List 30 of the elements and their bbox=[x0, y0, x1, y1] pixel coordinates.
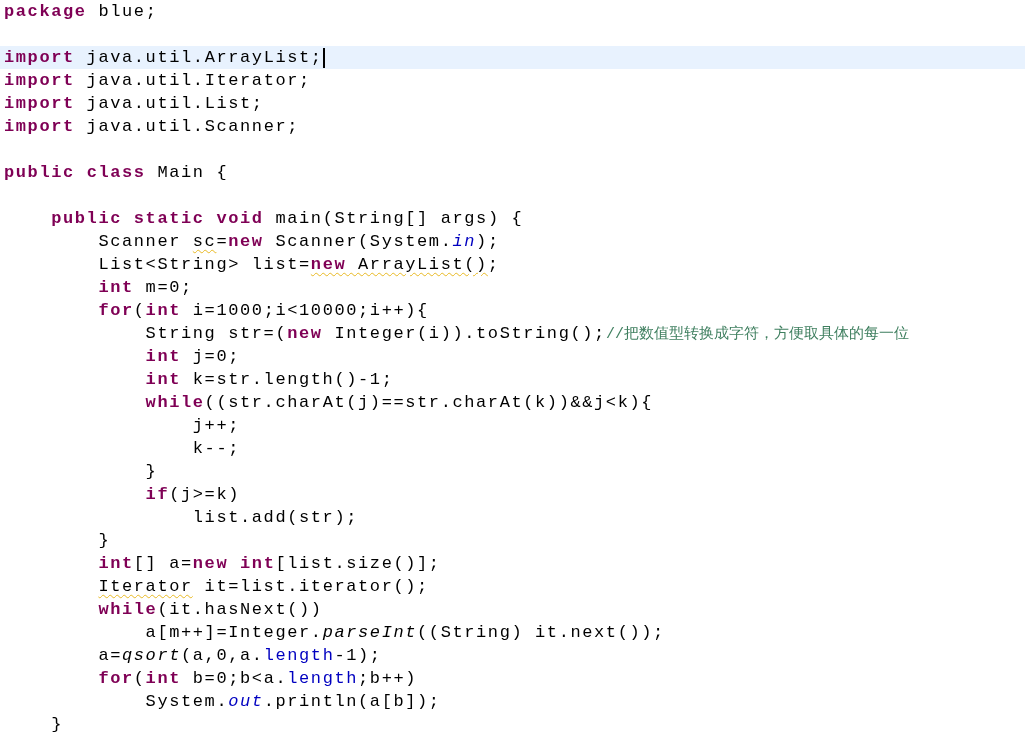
code-line: String str=(new Integer(i)).toString();//把数值型转换成字符，方便取具体的每一位 bbox=[145, 322, 909, 345]
code-line: } bbox=[98, 530, 111, 552]
code-line: import java.util.Scanner; bbox=[4, 116, 300, 138]
code-line: k--; bbox=[192, 438, 240, 460]
code-line: List<String> list=new ArrayList(); bbox=[98, 254, 500, 276]
code-line: } bbox=[51, 714, 63, 736]
code-line: import java.util.Iterator; bbox=[4, 70, 311, 92]
code-line: list.add(str); bbox=[192, 507, 359, 529]
code-line: } bbox=[145, 461, 158, 483]
code-line: Iterator it=list.iterator(); bbox=[98, 576, 429, 598]
code-line: a[m++]=Integer.parseInt((String) it.next()); bbox=[145, 622, 665, 644]
code-line: int[] a=new int[list.size()]; bbox=[98, 553, 441, 575]
code-line: a=qsort(a,0,a.length-1); bbox=[98, 645, 382, 667]
text-cursor bbox=[322, 47, 325, 68]
code-line: package blue; bbox=[4, 1, 158, 23]
code-line: Scanner sc=new Scanner(System.in); bbox=[98, 231, 500, 253]
code-line: if(j>=k) bbox=[145, 484, 240, 506]
code-line: System.out.println(a[b]); bbox=[145, 691, 441, 713]
code-line: for(int i=1000;i<10000;i++){ bbox=[98, 300, 429, 322]
code-line: while((str.charAt(j)==str.charAt(k))&&j<k){ bbox=[145, 392, 654, 414]
code-line: int j=0; bbox=[145, 346, 240, 368]
code-line: import java.util.List; bbox=[4, 93, 264, 115]
code-line: public static void main(String[] args) { bbox=[51, 208, 524, 230]
code-line: while(it.hasNext()) bbox=[98, 599, 323, 621]
code-line: int k=str.length()-1; bbox=[145, 369, 394, 391]
code-line: j++; bbox=[192, 415, 240, 437]
code-line: public class Main { bbox=[4, 162, 229, 184]
code-line: import java.util.ArrayList; bbox=[4, 47, 323, 69]
code-line: int m=0; bbox=[98, 277, 193, 299]
code-line: for(int b=0;b<a.length;b++) bbox=[98, 668, 418, 690]
